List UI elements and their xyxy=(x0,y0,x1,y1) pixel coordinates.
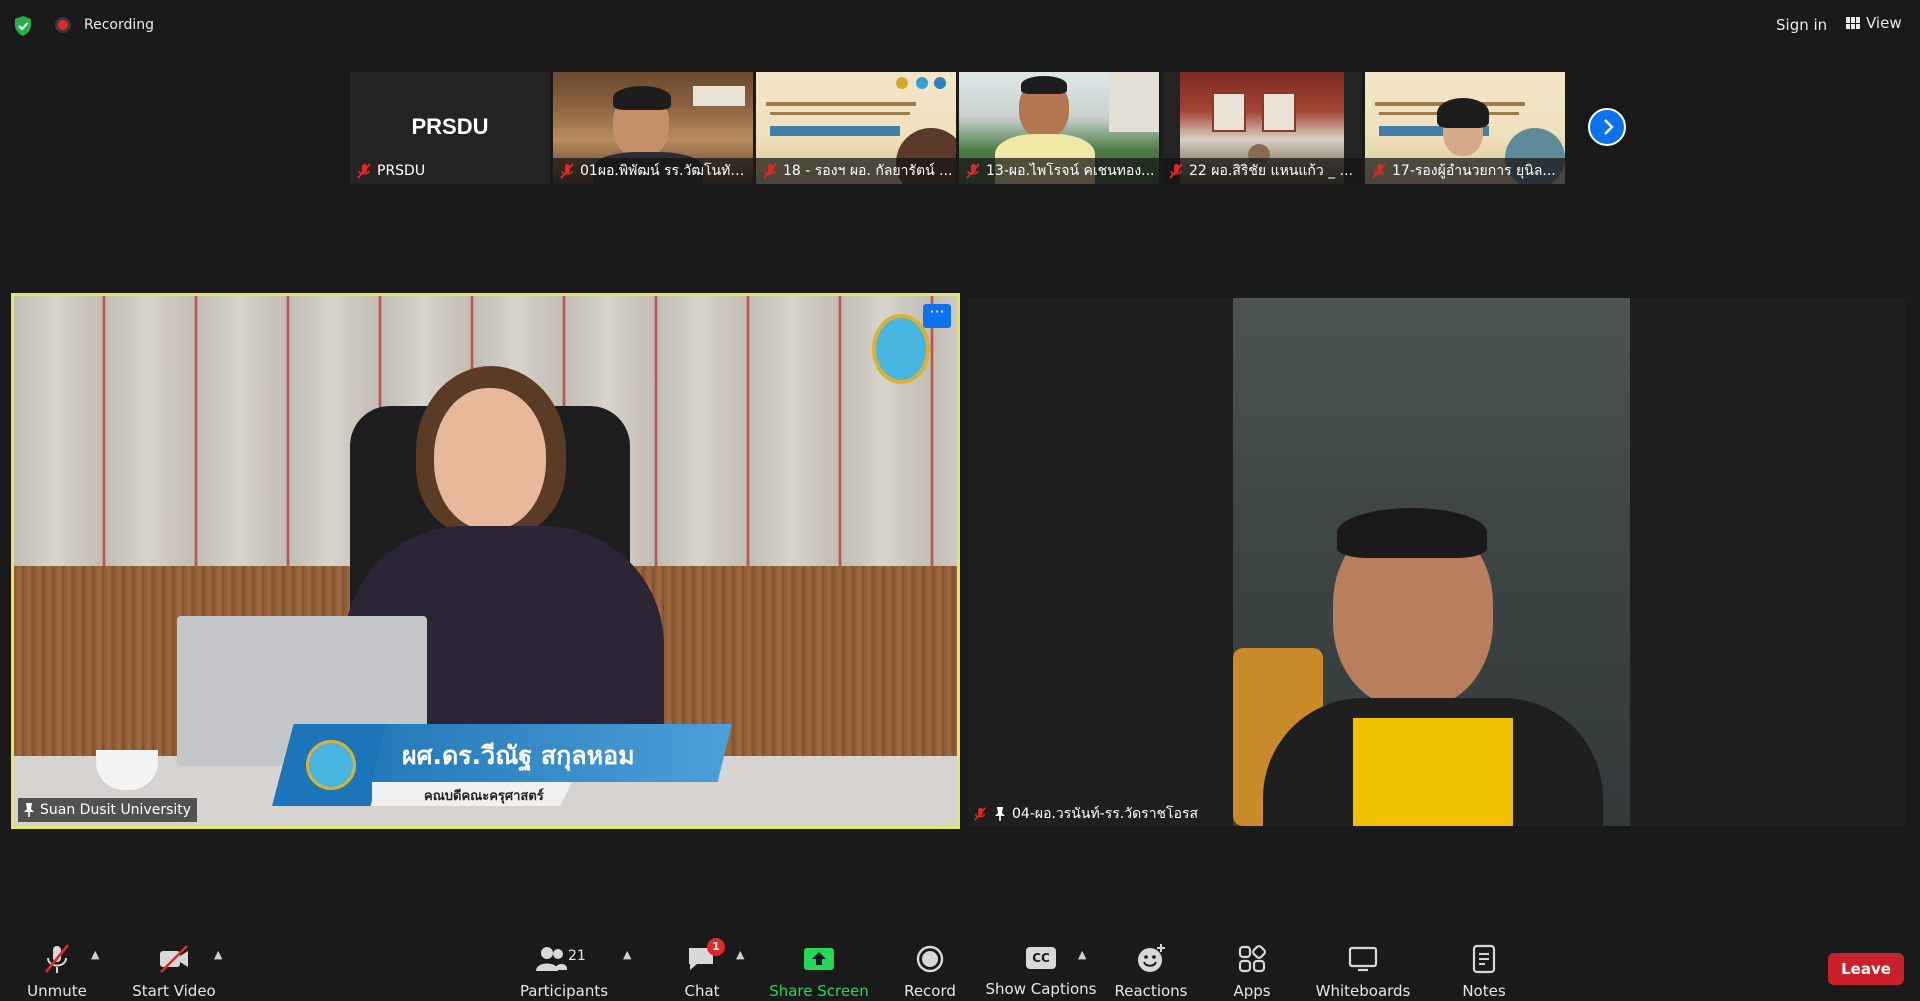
participant-name: 01ผอ.พิพัฒน์ รร.วัฒโนทัย... xyxy=(580,163,750,179)
participant-name: PRSDU xyxy=(377,163,426,179)
grid-view-icon xyxy=(1846,17,1860,29)
view-label: View xyxy=(1866,14,1902,32)
next-page-button[interactable] xyxy=(1588,108,1626,146)
chat-options-caret[interactable]: ▲ xyxy=(736,948,744,961)
lower-third-name: ผศ.ดร.วีณัฐ สกุลหอม xyxy=(402,741,635,770)
top-bar: Recording Sign in View xyxy=(0,0,1920,52)
participant-tile[interactable] xyxy=(968,298,1905,826)
pin-icon xyxy=(24,803,34,817)
show-captions-label: Show Captions xyxy=(985,980,1097,998)
whiteboards-button[interactable]: Whiteboards xyxy=(1316,925,1410,1001)
notes-icon xyxy=(1472,944,1496,974)
participant-thumbnail-strip: PRSDU PRSDU 01ผอ.พิพัฒน์ รร.วัฒโนทัย... xyxy=(350,72,1565,184)
start-video-button[interactable]: Start Video xyxy=(131,925,217,1001)
mic-muted-icon xyxy=(44,944,70,973)
lower-third-caption: ผศ.ดร.วีณัฐ สกุลหอม คณบดีคณะครุศาสตร์ xyxy=(272,724,732,806)
video-feed xyxy=(1233,298,1630,826)
sign-in-button[interactable]: Sign in xyxy=(1770,14,1833,36)
participants-button[interactable]: 21 Participants xyxy=(520,925,608,1001)
video-person-shirt xyxy=(1353,718,1513,826)
participant-name: 13-ผอ.ไพโรจน์ คเชนทอง... xyxy=(986,163,1155,179)
lower-third-subbanner: คณบดีคณะครุศาสตร์ xyxy=(372,782,572,806)
participant-name: 18 - รองฯ ผอ. กัลยารัตน์ ... xyxy=(783,163,953,179)
recording-icon[interactable] xyxy=(55,17,71,33)
whiteboards-label: Whiteboards xyxy=(1315,982,1411,1000)
chevron-right-icon xyxy=(1604,119,1614,135)
share-screen-button[interactable]: Share Screen xyxy=(769,925,869,1001)
video-person-face xyxy=(434,388,546,530)
participant-thumbnail[interactable]: 13-ผอ.ไพโรจน์ คเชนทอง... xyxy=(959,72,1159,184)
participant-name: 17-รองผู้อำนวยการ ยุนิล... xyxy=(1392,163,1556,179)
record-icon xyxy=(916,945,944,973)
view-button[interactable]: View xyxy=(1846,14,1902,32)
participants-label: Participants xyxy=(519,982,609,1000)
reactions-icon xyxy=(1138,944,1165,972)
participants-icon-group: 21 xyxy=(534,942,594,976)
notes-label: Notes xyxy=(1462,982,1506,1000)
chat-button[interactable]: 1 Chat xyxy=(681,925,725,1001)
mic-muted-icon xyxy=(357,163,371,179)
chat-label: Chat xyxy=(684,982,720,1000)
audio-options-caret[interactable]: ▲ xyxy=(91,948,99,961)
participant-name: Suan Dusit University xyxy=(40,802,192,818)
reactions-button[interactable]: Reactions xyxy=(1114,925,1188,1001)
captions-options-caret[interactable]: ▲ xyxy=(1078,948,1086,961)
recording-label: Recording xyxy=(84,17,155,33)
mic-muted-icon xyxy=(560,163,574,179)
pin-icon xyxy=(995,807,1005,821)
participant-thumbnail[interactable]: 18 - รองฯ ผอ. กัลยารัตน์ ... xyxy=(756,72,956,184)
start-video-label: Start Video xyxy=(132,982,216,1000)
more-options-button[interactable]: ··· xyxy=(923,304,951,328)
share-screen-icon xyxy=(804,948,834,970)
security-shield-icon[interactable] xyxy=(13,15,33,37)
unmute-button[interactable]: Unmute xyxy=(27,925,87,1001)
participant-name: 22 ผอ.สิริชัย แหนแก้ว _ ... xyxy=(1189,163,1353,179)
video-options-caret[interactable]: ▲ xyxy=(214,948,222,961)
mic-muted-icon xyxy=(966,163,980,179)
participants-count: 21 xyxy=(568,948,586,964)
video-off-icon xyxy=(160,945,188,973)
mic-muted-icon xyxy=(1169,163,1183,179)
lower-third-title: คณบดีคณะครุศาสตร์ xyxy=(424,789,544,804)
participant-thumbnail[interactable]: 22 ผอ.สิริชัย แหนแก้ว _ ... xyxy=(1162,72,1362,184)
mic-muted-icon xyxy=(763,163,777,179)
whiteboard-icon xyxy=(1348,946,1378,972)
apps-icon xyxy=(1238,945,1266,973)
show-captions-button[interactable]: CC Show Captions xyxy=(985,925,1097,1001)
notes-button[interactable]: Notes xyxy=(1461,925,1507,1001)
captions-icon: CC xyxy=(1026,947,1056,969)
chat-icon-group: 1 xyxy=(685,938,725,976)
leave-button[interactable]: Leave xyxy=(1828,953,1904,985)
record-label: Record xyxy=(904,982,956,1000)
share-screen-label: Share Screen xyxy=(769,982,869,1000)
participant-name-tag: 04-ผอ.วรนันท์-รร.วัดราชโอรส xyxy=(968,801,1198,827)
record-button[interactable]: Record xyxy=(900,925,960,1001)
mic-muted-icon xyxy=(974,807,986,821)
participant-thumbnail[interactable]: PRSDU PRSDU xyxy=(350,72,550,184)
meeting-toolbar: Unmute ▲ Start Video ▲ 21 Participants ▲ xyxy=(0,925,1920,1001)
participant-thumbnail[interactable]: 01ผอ.พิพัฒน์ รร.วัฒโนทัย... xyxy=(553,72,753,184)
apps-label: Apps xyxy=(1233,982,1271,1000)
video-person-hair xyxy=(1337,508,1487,558)
participant-avatar-name: PRSDU xyxy=(411,114,489,139)
participants-options-caret[interactable]: ▲ xyxy=(623,948,631,961)
university-logo xyxy=(872,314,930,384)
participant-name: 04-ผอ.วรนันท์-รร.วัดราชโอรส xyxy=(1012,806,1199,822)
chat-unread-badge: 1 xyxy=(707,938,725,956)
participant-thumbnail[interactable]: 17-รองผู้อำนวยการ ยุนิล... xyxy=(1365,72,1565,184)
participants-icon xyxy=(536,947,568,971)
unmute-label: Unmute xyxy=(27,982,87,1000)
participant-name-tag: Suan Dusit University xyxy=(18,798,198,822)
active-speaker-tile[interactable]: ผศ.ดร.วีณัฐ สกุลหอม คณบดีคณะครุศาสตร์ ··… xyxy=(11,293,960,829)
mic-muted-icon xyxy=(1372,163,1386,179)
apps-button[interactable]: Apps xyxy=(1232,925,1272,1001)
reactions-label: Reactions xyxy=(1114,982,1188,1000)
lower-third-banner: ผศ.ดร.วีณัฐ สกุลหอม xyxy=(372,724,732,782)
